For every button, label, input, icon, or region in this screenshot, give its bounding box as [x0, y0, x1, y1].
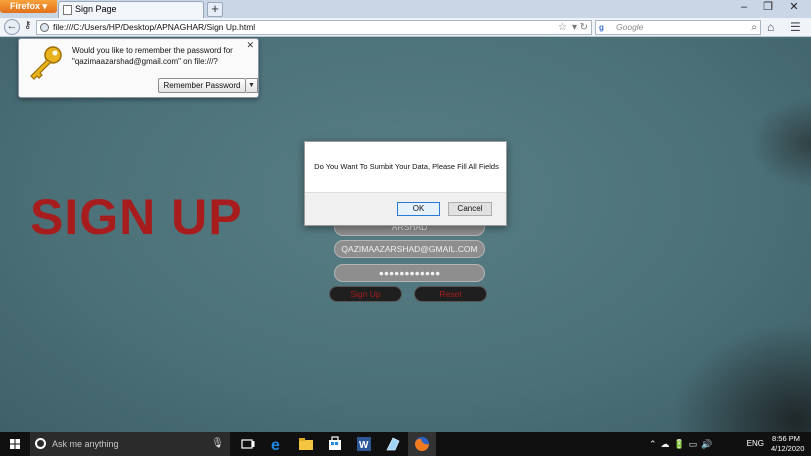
bookmark-star-icon[interactable]: ☆	[558, 21, 567, 34]
background-shadow	[671, 322, 811, 432]
password-save-popup: Would you like to remember the password …	[18, 38, 259, 98]
key-icon	[30, 46, 62, 80]
taskbar-search-box[interactable]: Ask me anything 🎙	[30, 432, 230, 456]
url-bar[interactable]: file:///C:/Users/HP/Desktop/APNAGHAR/Sig…	[36, 20, 592, 35]
taskbar: Ask me anything 🎙 e W ⌃☁🔋▭🔊 ENG 8:56 PM …	[0, 432, 811, 456]
search-bar[interactable]: g Google ⌕	[595, 20, 761, 35]
confirm-dialog: Do You Want To Sumbit Your Data, Please …	[304, 141, 507, 226]
cancel-button[interactable]: Cancel	[448, 202, 492, 216]
sign-up-button[interactable]: Sign Up	[329, 286, 402, 302]
remember-password-button[interactable]: Remember Password	[158, 78, 246, 93]
globe-icon	[40, 23, 49, 32]
file-explorer-icon[interactable]	[292, 432, 320, 456]
task-view-icon[interactable]	[234, 432, 262, 456]
password-prompt-message: Would you like to remember the password …	[72, 46, 233, 66]
key-icon[interactable]: ⚷	[24, 20, 31, 31]
close-icon[interactable]: ✕	[246, 40, 254, 51]
password-field[interactable]: ●●●●●●●●●●●●	[334, 264, 485, 282]
restore-button[interactable]: ❐	[757, 2, 779, 14]
ok-button[interactable]: OK	[397, 202, 440, 216]
word-icon[interactable]: W	[350, 432, 378, 456]
windows-start-icon[interactable]	[0, 432, 30, 456]
reload-icon[interactable]: ↻	[580, 21, 588, 34]
navigation-toolbar: ← ⚷ file:///C:/Users/HP/Desktop/APNAGHAR…	[0, 18, 811, 37]
back-button[interactable]: ←	[4, 19, 20, 35]
reset-button[interactable]: Reset	[414, 286, 487, 302]
tab-bar: Firefox ▾ Sign Page + – ❐ ✕	[0, 0, 811, 18]
notes-icon[interactable]	[379, 432, 407, 456]
search-placeholder: Google	[616, 22, 644, 32]
background-shadow	[751, 98, 811, 188]
svg-text:W: W	[359, 440, 369, 451]
page-title: SIGN UP	[30, 189, 243, 245]
firefox-menu-label: Firefox	[10, 1, 41, 11]
tray-icons[interactable]: ⌃☁🔋▭🔊	[649, 432, 719, 456]
store-icon[interactable]	[321, 432, 349, 456]
language-indicator[interactable]: ENG	[747, 432, 764, 456]
close-window-button[interactable]: ✕	[783, 2, 805, 14]
email-field[interactable]: QAZIMAAZARSHAD@GMAIL.COM	[334, 240, 485, 258]
google-icon[interactable]: g	[599, 23, 608, 32]
bookmarks-icon[interactable]: ☰	[790, 20, 801, 34]
home-icon[interactable]: ⌂	[767, 20, 774, 34]
clock-date: 4/12/2020	[771, 444, 805, 453]
search-icon[interactable]: ⌕	[751, 21, 757, 34]
url-text: file:///C:/Users/HP/Desktop/APNAGHAR/Sig…	[53, 22, 256, 32]
clock-time: 8:56 PM	[772, 434, 800, 443]
page-icon	[63, 5, 72, 15]
clock[interactable]: 8:56 PM 4/12/2020	[771, 434, 805, 454]
svg-text:e: e	[271, 437, 280, 454]
new-tab-button[interactable]: +	[207, 2, 223, 17]
firefox-icon[interactable]	[408, 432, 436, 456]
edge-icon[interactable]: e	[263, 432, 291, 456]
taskbar-search-placeholder: Ask me anything	[52, 439, 119, 449]
chevron-down-icon[interactable]: ▼	[246, 78, 258, 93]
firefox-menu-button[interactable]: Firefox ▾	[0, 0, 57, 13]
tab-sign-page[interactable]: Sign Page	[58, 1, 204, 18]
minimize-button[interactable]: –	[733, 2, 755, 14]
history-dropdown-icon[interactable]: ▾	[572, 21, 577, 34]
microphone-icon[interactable]: 🎙	[211, 432, 224, 456]
dialog-message: Do You Want To Sumbit Your Data, Please …	[314, 162, 499, 171]
dialog-footer: OK Cancel	[305, 192, 506, 225]
cortana-icon	[35, 438, 46, 449]
tab-title: Sign Page	[75, 4, 117, 14]
